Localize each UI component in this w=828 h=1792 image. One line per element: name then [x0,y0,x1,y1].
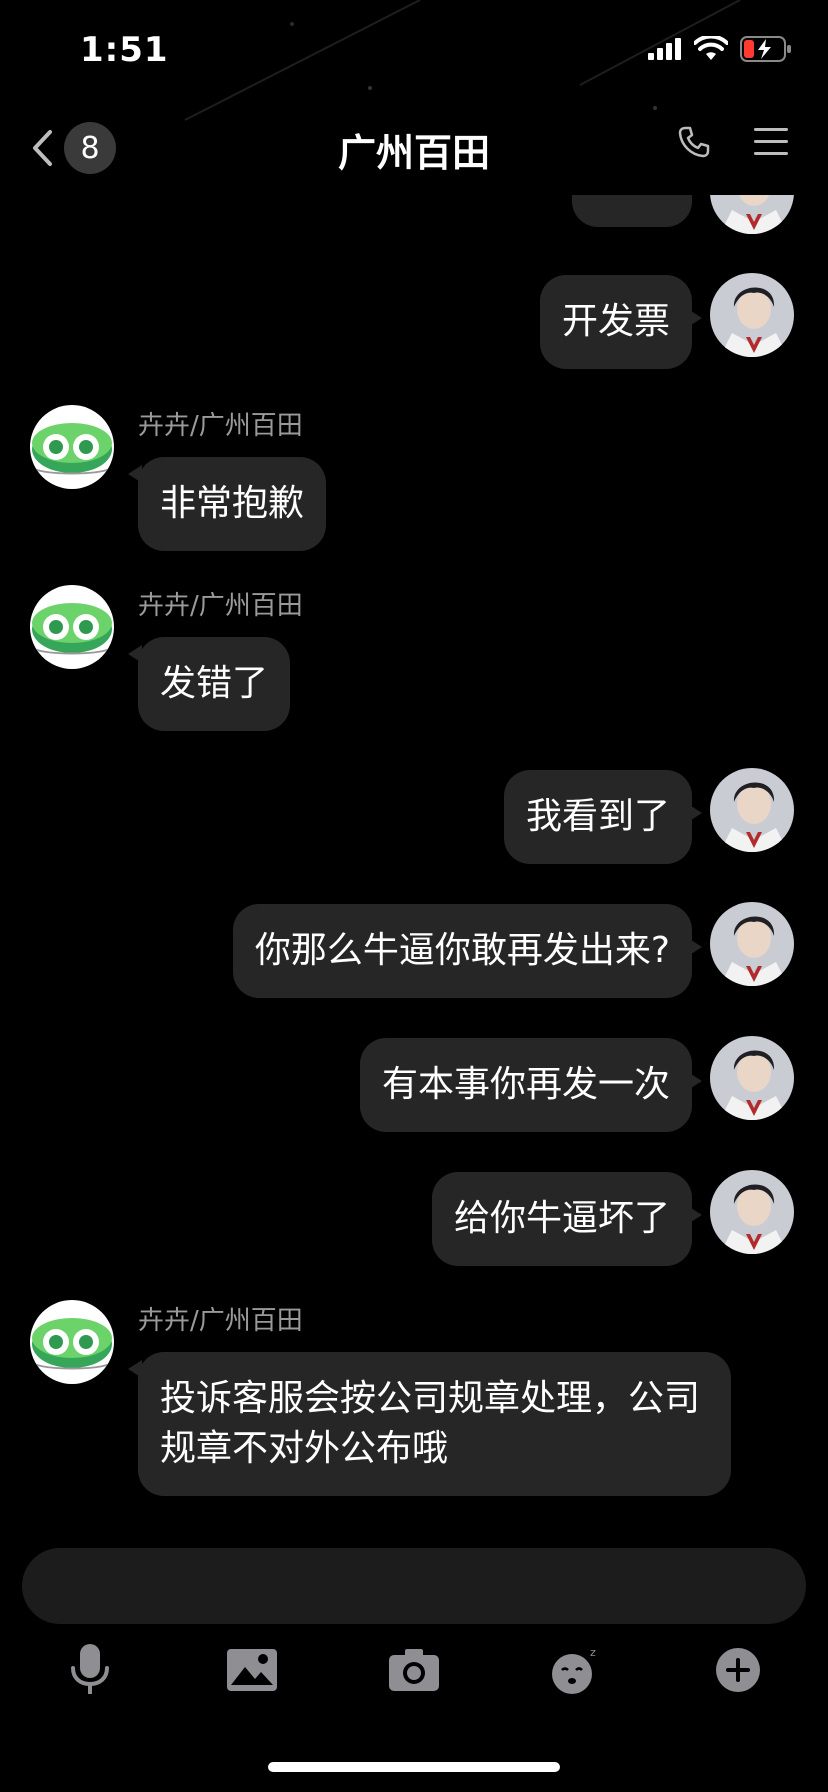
message-text: 给你牛逼坏了 [453,1198,670,1239]
self-avatar[interactable] [710,1170,794,1254]
wifi-icon [694,36,728,60]
sender-name: 卉卉/广州百田 [138,1306,303,1336]
plus-icon [716,1648,760,1692]
agent-avatar[interactable] [30,405,114,489]
agent-avatar[interactable] [30,585,114,669]
input-toolbar: z [0,1640,828,1700]
agent-avatar[interactable] [30,1300,114,1384]
message-bubble-outgoing[interactable]: 开发票 [539,275,703,369]
self-avatar[interactable] [710,902,794,986]
self-avatar[interactable] [710,195,794,234]
message-bubble-incoming[interactable]: 投诉客服会按公司规章处理，公司规章不对外公布哦 [128,1352,731,1496]
message-bubble-outgoing[interactable]: 可以 [571,195,692,227]
battery-icon [740,36,791,62]
status-icons [648,36,792,62]
sender-name: 卉卉/广州百田 [138,411,303,441]
camera-button[interactable] [384,1640,444,1700]
emoji-icon: z [552,1646,596,1694]
message-text: 开发票 [561,301,670,342]
status-bar: 1:51 [0,0,828,100]
gallery-button[interactable] [222,1640,282,1700]
message-text: 有本事你再发一次 [381,1064,670,1105]
more-button[interactable] [708,1640,768,1700]
self-avatar[interactable] [710,273,794,357]
self-avatar[interactable] [710,768,794,852]
svg-text:z: z [590,1646,596,1659]
message-bubble-outgoing[interactable]: 你那么牛逼你敢再发出来? [232,904,703,998]
nav-actions [678,126,788,158]
emoji-button[interactable]: z [546,1640,606,1700]
message-text: 你那么牛逼你敢再发出来? [254,930,670,971]
message-text: 可以 [596,195,668,196]
sender-name: 卉卉/广州百田 [138,591,303,621]
microphone-icon [71,1644,109,1694]
message-bubble-outgoing[interactable]: 有本事你再发一次 [359,1038,703,1132]
menu-icon[interactable] [754,127,788,157]
voice-button[interactable] [60,1640,120,1700]
message-bubble-outgoing[interactable]: 我看到了 [503,770,703,864]
message-bubble-incoming[interactable]: 非常抱歉 [127,457,327,551]
status-time: 1:51 [80,30,169,70]
camera-icon [389,1649,439,1691]
signal-icon [648,38,681,60]
nav-bar: 8 广州百田 [0,100,828,195]
image-icon [227,1649,277,1691]
chat-messages: 可以 开发票 卉卉/广州百田 非常抱歉 卉卉/广州百田 发错了 我看到了 你那么… [0,195,828,1515]
message-text: 非常抱歉 [160,483,305,524]
message-bubble-incoming[interactable]: 发错了 [127,637,291,731]
phone-icon[interactable] [678,126,710,158]
self-avatar[interactable] [710,1036,794,1120]
message-input[interactable] [22,1548,806,1624]
message-text: 投诉客服会按公司规章处理，公司规章不对外公布哦 [160,1378,701,1469]
message-bubble-outgoing[interactable]: 给你牛逼坏了 [431,1172,703,1266]
home-indicator[interactable] [268,1762,560,1772]
message-text: 发错了 [160,663,269,704]
message-text: 我看到了 [525,796,670,837]
